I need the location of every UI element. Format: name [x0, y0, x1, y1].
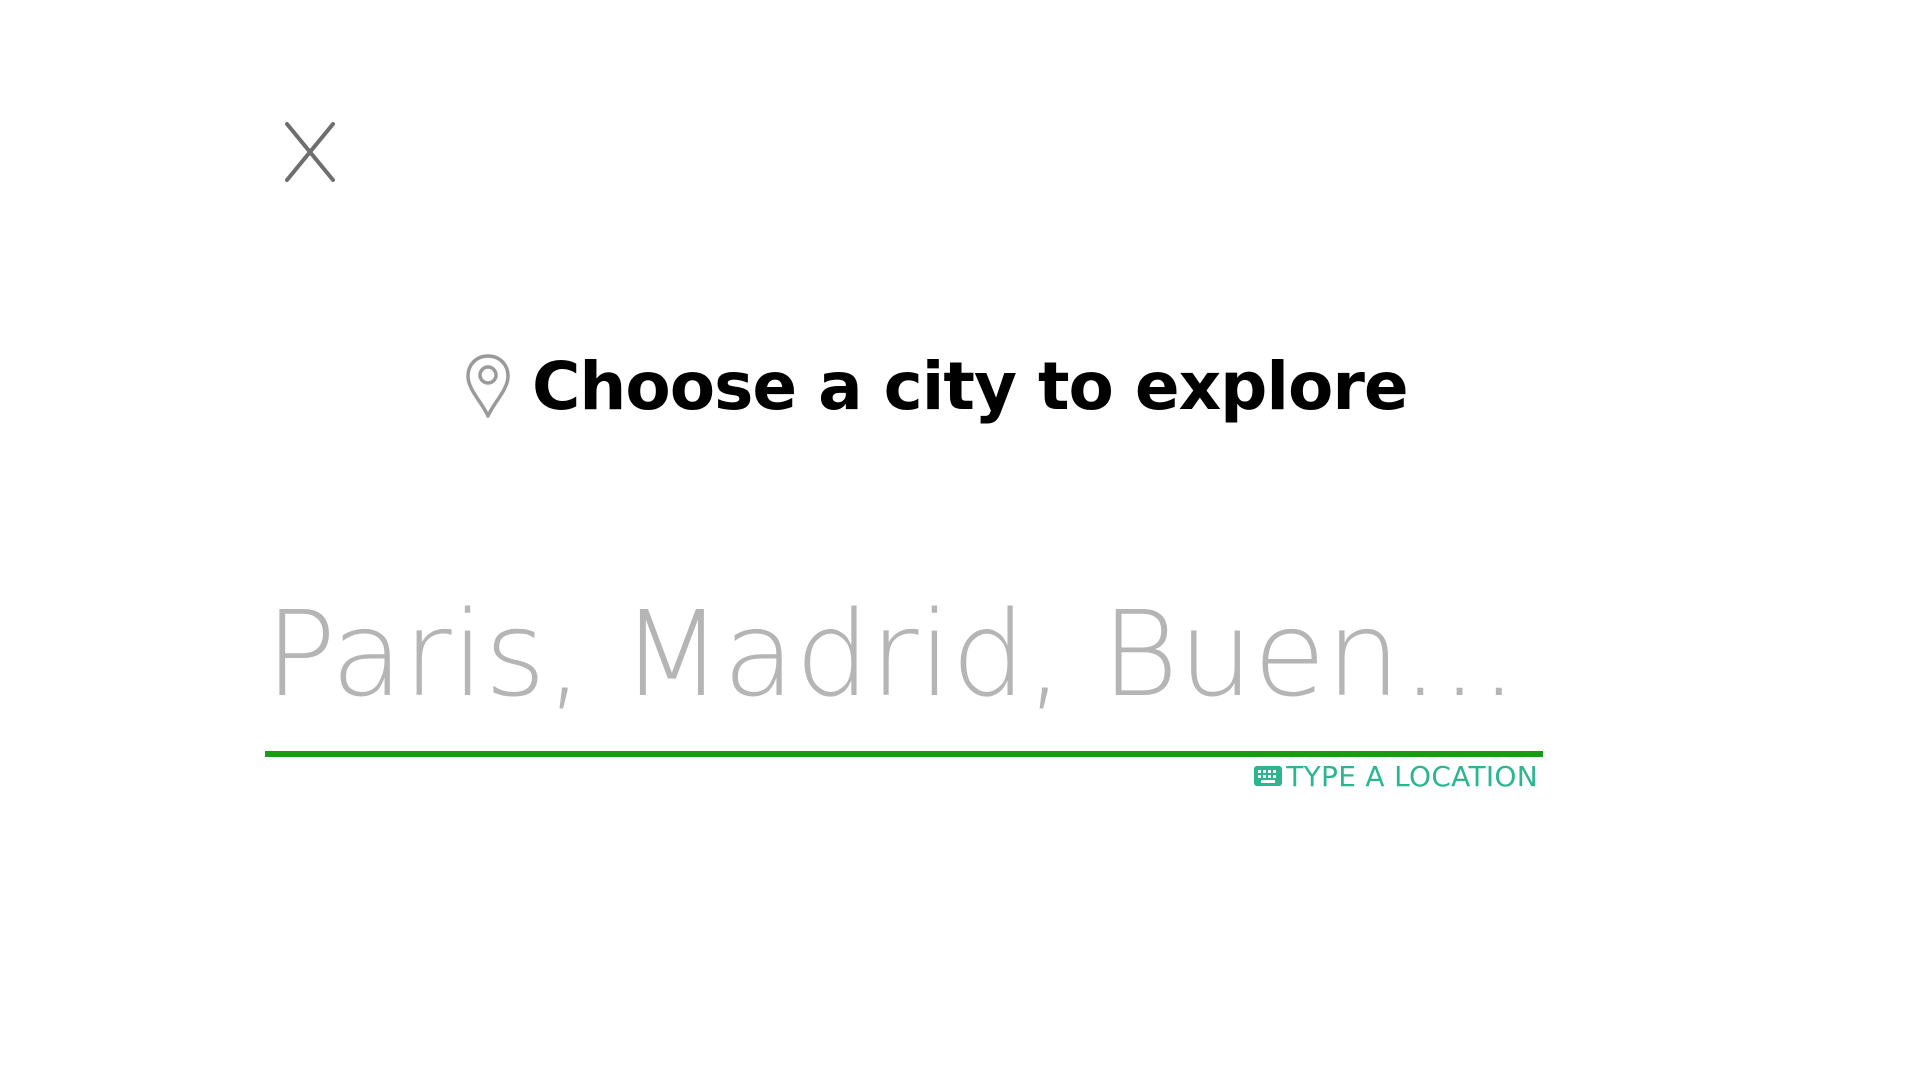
- city-search-input[interactable]: [265, 570, 1543, 738]
- dialog-heading: Choose a city to explore: [462, 346, 1409, 426]
- city-picker-dialog: Choose a city to explore TYPE A LOCATION: [0, 0, 1920, 1080]
- close-button[interactable]: [278, 116, 342, 188]
- search-field: [265, 570, 1543, 738]
- search-input-underline: [265, 751, 1543, 757]
- type-location-hint[interactable]: TYPE A LOCATION: [1254, 760, 1538, 793]
- map-pin-icon: [462, 350, 514, 422]
- page-title: Choose a city to explore: [532, 347, 1409, 425]
- close-icon: [285, 122, 335, 182]
- type-location-label: TYPE A LOCATION: [1286, 760, 1538, 793]
- keyboard-icon: [1254, 765, 1283, 786]
